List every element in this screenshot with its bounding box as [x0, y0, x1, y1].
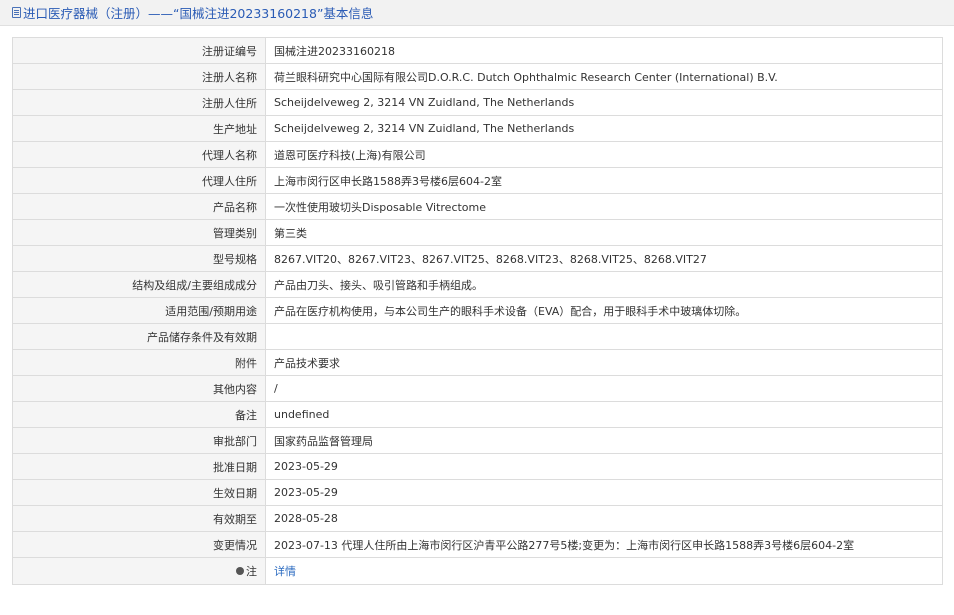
row-value: 荷兰眼科研究中心国际有限公司D.O.R.C. Dutch Ophthalmic …	[265, 63, 943, 90]
table-row-note: 注 详情	[12, 557, 943, 585]
table-row: 代理人住所 上海市闵行区申长路1588弄3号楼6层604-2室	[12, 167, 943, 194]
row-label: 型号规格	[12, 245, 266, 272]
row-value: 产品在医疗机构使用，与本公司生产的眼科手术设备（EVA）配合，用于眼科手术中玻璃…	[265, 297, 943, 324]
row-value: 国械注进20233160218	[265, 37, 943, 64]
table-row: 结构及组成/主要组成成分 产品由刀头、接头、吸引管路和手柄组成。	[12, 271, 943, 298]
row-value: 产品由刀头、接头、吸引管路和手柄组成。	[265, 271, 943, 298]
row-label: 结构及组成/主要组成成分	[12, 271, 266, 298]
table-row: 备注 undefined	[12, 401, 943, 428]
table-row: 管理类别 第三类	[12, 219, 943, 246]
row-label: 变更情况	[12, 531, 266, 558]
row-label: 代理人住所	[12, 167, 266, 194]
row-value: 详情	[265, 557, 943, 585]
table-row: 生产地址 Scheijdelveweg 2, 3214 VN Zuidland, …	[12, 115, 943, 142]
row-label: 备注	[12, 401, 266, 428]
table-row: 其他内容 /	[12, 375, 943, 402]
row-label: 有效期至	[12, 505, 266, 532]
table-row: 批准日期 2023-05-29	[12, 453, 943, 480]
note-label: 注	[246, 565, 257, 578]
row-label: 附件	[12, 349, 266, 376]
row-value: 2023-05-29	[265, 479, 943, 506]
row-value: 第三类	[265, 219, 943, 246]
row-value: Scheijdelveweg 2, 3214 VN Zuidland, The …	[265, 115, 943, 142]
row-label: 代理人名称	[12, 141, 266, 168]
row-label: 批准日期	[12, 453, 266, 480]
row-label: 适用范围/预期用途	[12, 297, 266, 324]
row-value: 道恩可医疗科技(上海)有限公司	[265, 141, 943, 168]
row-label: 管理类别	[12, 219, 266, 246]
table-row: 产品储存条件及有效期	[12, 323, 943, 350]
row-value: 国家药品监督管理局	[265, 427, 943, 454]
row-label: 注册证编号	[12, 37, 266, 64]
pin-icon	[236, 567, 244, 575]
document-icon	[12, 7, 21, 18]
row-value: 一次性使用玻切头Disposable Vitrectome	[265, 193, 943, 220]
details-link[interactable]: 详情	[274, 565, 296, 578]
table-row: 注册人住所 Scheijdelveweg 2, 3214 VN Zuidland,…	[12, 89, 943, 116]
row-label: 审批部门	[12, 427, 266, 454]
row-value: 上海市闵行区申长路1588弄3号楼6层604-2室	[265, 167, 943, 194]
row-value: 8267.VIT20、8267.VIT23、8267.VIT25、8268.VI…	[265, 245, 943, 272]
row-value: 2023-07-13 代理人住所由上海市闵行区沪青平公路277号5楼;变更为：上…	[265, 531, 943, 558]
table-row: 生效日期 2023-05-29	[12, 479, 943, 506]
row-value	[265, 323, 943, 350]
row-value: 产品技术要求	[265, 349, 943, 376]
row-label: 生产地址	[12, 115, 266, 142]
table-row: 代理人名称 道恩可医疗科技(上海)有限公司	[12, 141, 943, 168]
row-label: 其他内容	[12, 375, 266, 402]
table-row: 变更情况 2023-07-13 代理人住所由上海市闵行区沪青平公路277号5楼;变…	[12, 531, 943, 558]
table-row: 注册证编号 国械注进20233160218	[12, 37, 943, 64]
table-row: 附件 产品技术要求	[12, 349, 943, 376]
row-label: 注册人名称	[12, 63, 266, 90]
row-value: 2023-05-29	[265, 453, 943, 480]
table-row: 适用范围/预期用途 产品在医疗机构使用，与本公司生产的眼科手术设备（EVA）配合，…	[12, 297, 943, 324]
row-label: 产品储存条件及有效期	[12, 323, 266, 350]
row-label: 生效日期	[12, 479, 266, 506]
page-title: 进口医疗器械（注册）——“国械注进20233160218”基本信息	[23, 6, 374, 21]
row-label: 注册人住所	[12, 89, 266, 116]
row-value: /	[265, 375, 943, 402]
info-table: 注册证编号 国械注进20233160218 注册人名称 荷兰眼科研究中心国际有限公司D…	[12, 37, 943, 585]
table-row: 型号规格 8267.VIT20、8267.VIT23、8267.VIT25、826…	[12, 245, 943, 272]
table-row: 注册人名称 荷兰眼科研究中心国际有限公司D.O.R.C. Dutch Ophtha…	[12, 63, 943, 90]
table-row: 产品名称 一次性使用玻切头Disposable Vitrectome	[12, 193, 943, 220]
table-row: 有效期至 2028-05-28	[12, 505, 943, 532]
row-label: 注	[12, 557, 266, 585]
row-value: undefined	[265, 401, 943, 428]
table-row: 审批部门 国家药品监督管理局	[12, 427, 943, 454]
row-label: 产品名称	[12, 193, 266, 220]
page-header: 进口医疗器械（注册）——“国械注进20233160218”基本信息	[0, 0, 954, 26]
row-value: 2028-05-28	[265, 505, 943, 532]
row-value: Scheijdelveweg 2, 3214 VN Zuidland, The …	[265, 89, 943, 116]
